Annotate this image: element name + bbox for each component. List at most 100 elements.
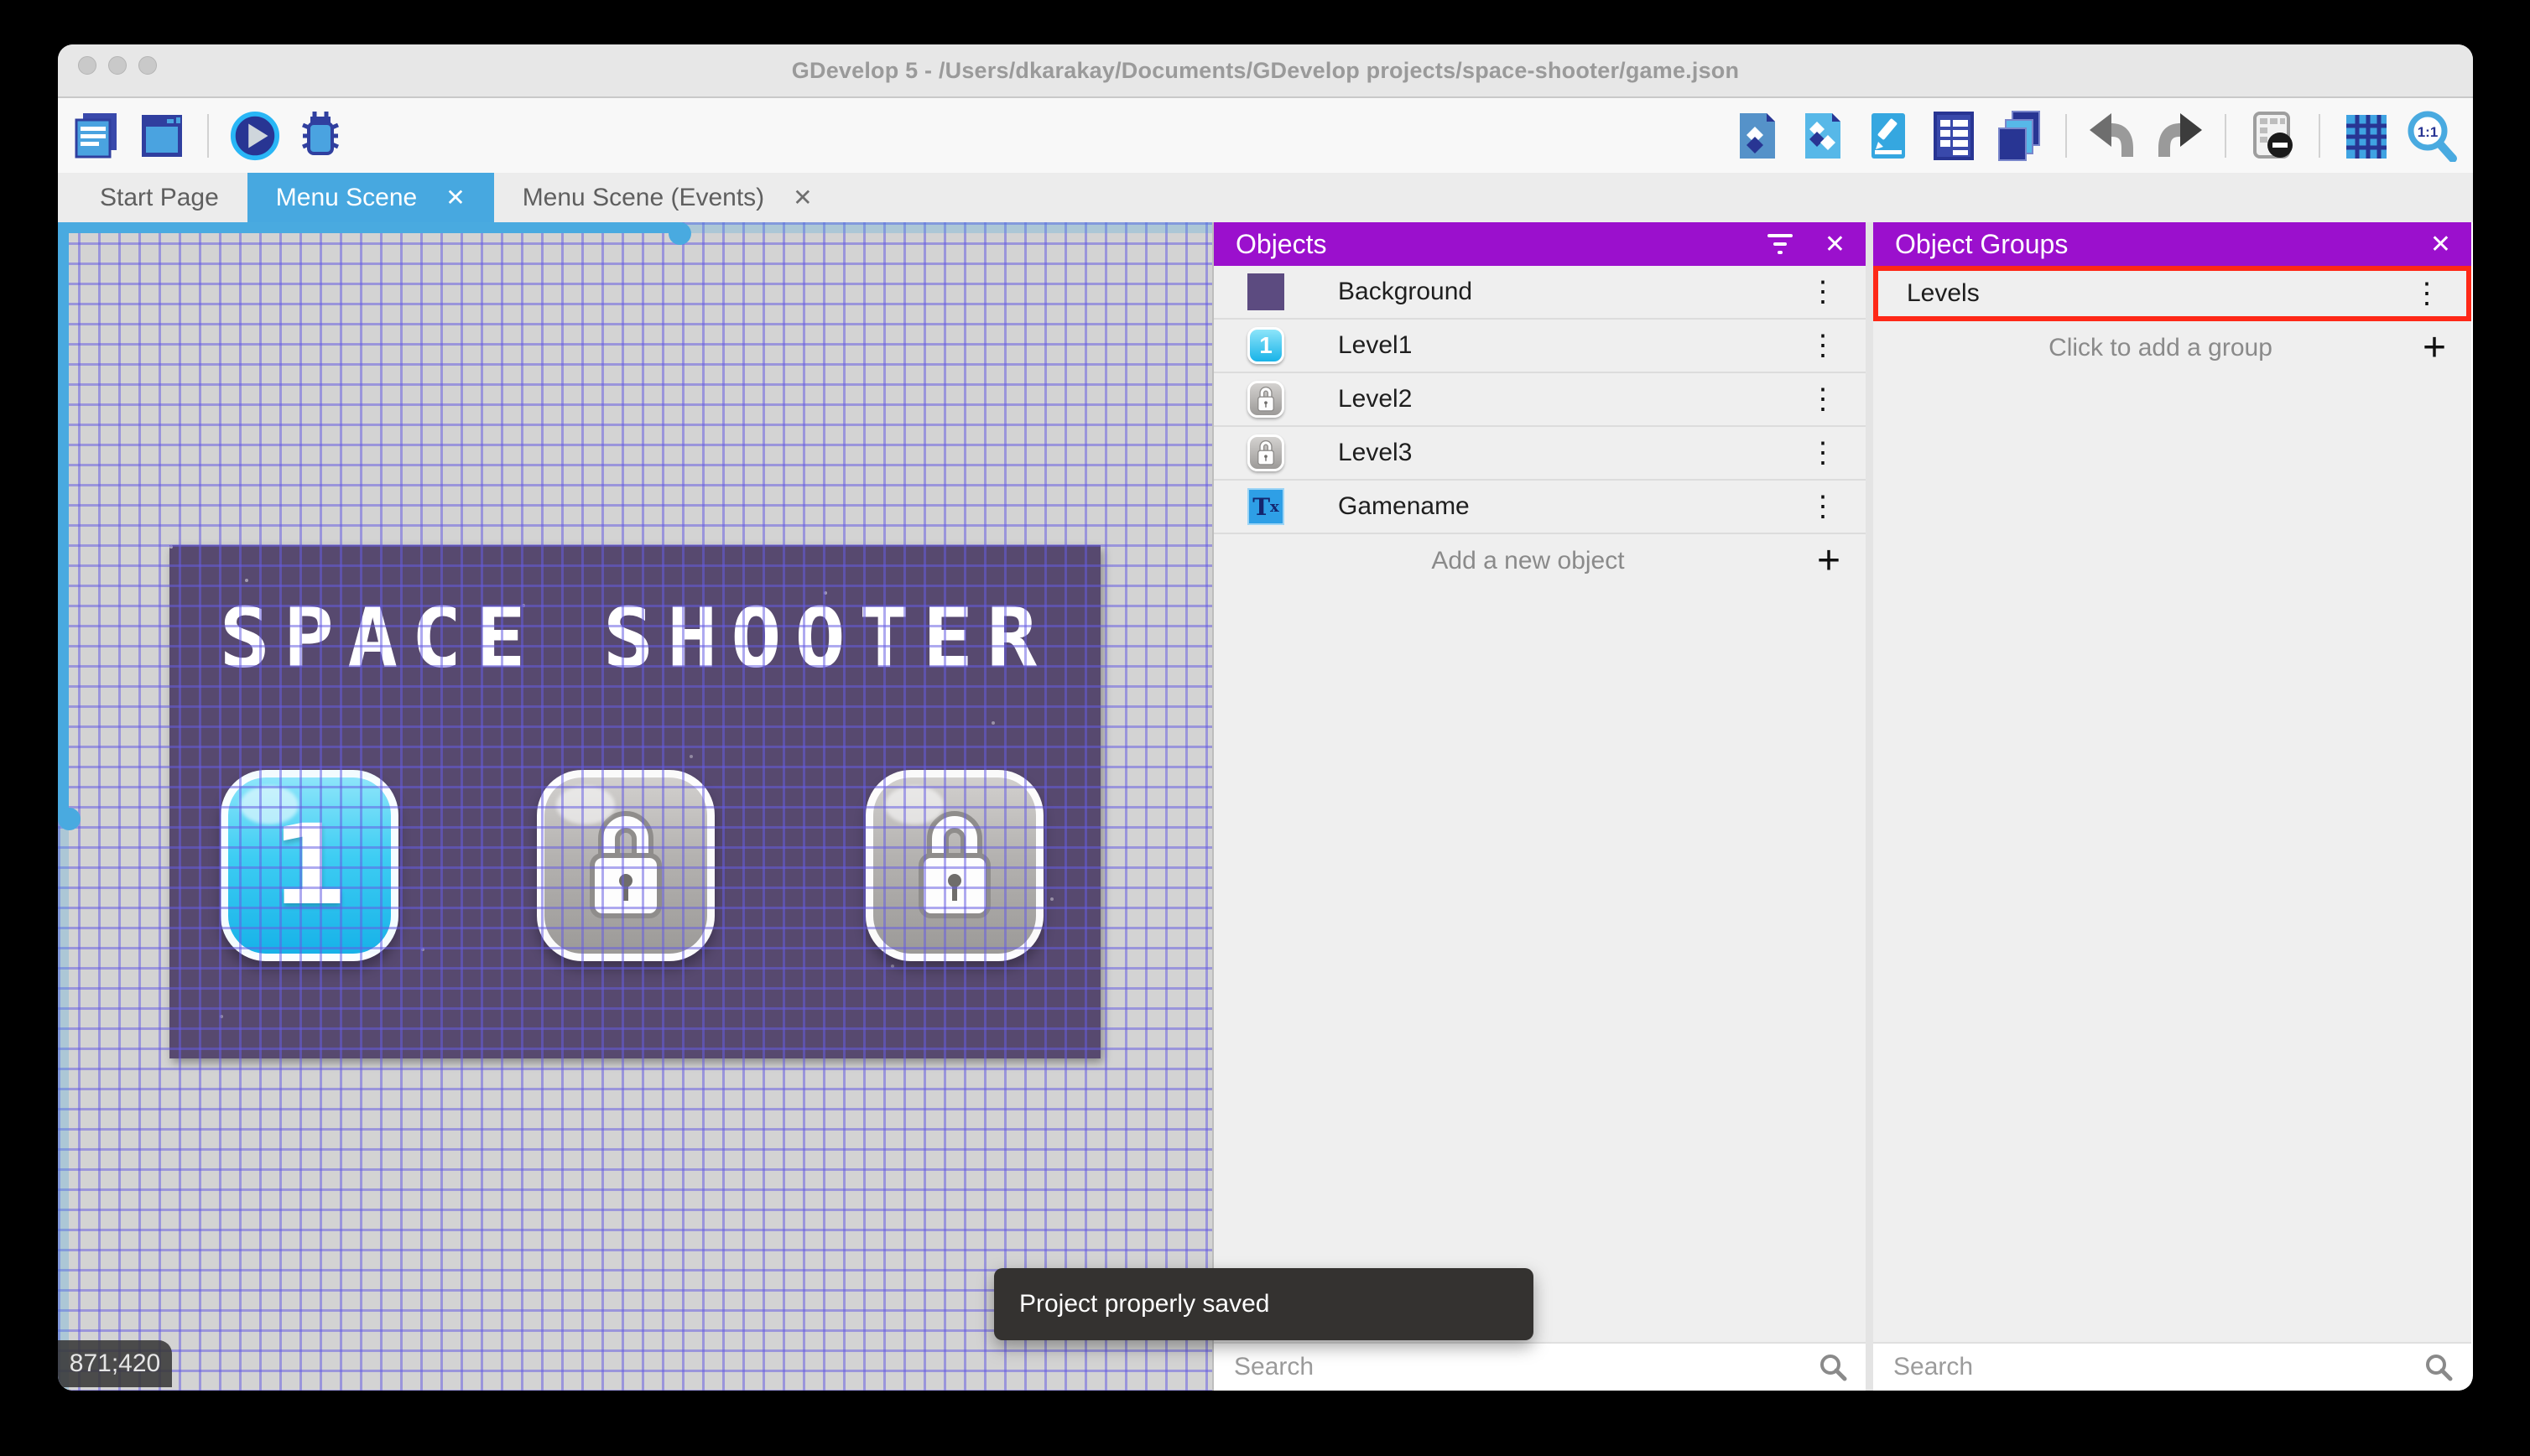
object-row-level1[interactable]: 1 Level1 ⋮ [1214, 320, 1866, 373]
toggle-grid-icon[interactable] [2340, 108, 2392, 164]
tab-menu-scene-events[interactable]: Menu Scene (Events) ✕ [494, 173, 841, 222]
group-label: Levels [1907, 279, 1980, 307]
canvas-vertical-scrollbar[interactable] [58, 222, 81, 1391]
preview-play-icon[interactable] [229, 108, 281, 164]
object-groups-panel-title: Object Groups [1895, 228, 2069, 259]
editor-tabbar: Start Page Menu Scene ✕ Menu Scene (Even… [58, 173, 2473, 222]
open-object-groups-panel-icon[interactable] [1797, 108, 1849, 164]
zoom-one-to-one-icon[interactable]: 1:1 [2406, 108, 2458, 164]
undo-icon[interactable] [2087, 108, 2139, 164]
kebab-menu-icon[interactable]: ⋮ [1804, 278, 1842, 306]
project-manager-icon[interactable] [70, 108, 122, 164]
object-label: Level3 [1338, 439, 1413, 466]
button-shine [885, 786, 944, 824]
plus-icon: + [2422, 325, 2446, 370]
open-objects-panel-icon[interactable] [1731, 108, 1783, 164]
object-row-level3[interactable]: Level3 ⋮ [1214, 427, 1866, 481]
cursor-coordinates-badge: 871;420 [58, 1340, 172, 1387]
objects-panel: Objects ✕ Background ⋮ 1 Level1 ⋮ Level2… [1212, 222, 1866, 1391]
scrollbar-track-fill [58, 222, 69, 818]
gdevelop-window: GDevelop 5 - /Users/dkarakay/Documents/G… [58, 44, 2473, 1391]
tab-menu-scene[interactable]: Menu Scene ✕ [247, 173, 494, 222]
object-groups-panel: Object Groups ✕ Levels ⋮ Click to add a … [1873, 222, 2471, 1391]
open-layers-panel-icon[interactable] [1993, 108, 2045, 164]
object-groups-panel-header: Object Groups ✕ [1873, 222, 2471, 266]
kebab-menu-icon[interactable]: ⋮ [2408, 279, 2446, 308]
button-shine [556, 786, 615, 824]
add-object-label: Add a new object [1431, 547, 1625, 575]
object-label: Level2 [1338, 385, 1413, 413]
scene-background-instance[interactable]: SPACE SHOOTER 1 [169, 545, 1101, 1058]
canvas-horizontal-scrollbar[interactable] [58, 222, 1212, 245]
object-row-gamename[interactable]: Tx Gamename ⋮ [1214, 481, 1866, 534]
editor-content: SPACE SHOOTER 1 871;420 Objects ✕ Backgr… [58, 222, 2473, 1391]
objects-panel-empty-space [1214, 588, 1866, 1342]
plus-icon: + [1816, 538, 1840, 583]
open-properties-panel-icon[interactable] [1862, 108, 1914, 164]
toggle-instances-mask-icon[interactable] [2246, 108, 2298, 164]
close-tab-icon[interactable]: ✕ [793, 184, 812, 211]
lock-icon [590, 811, 662, 918]
close-tab-icon[interactable]: ✕ [445, 184, 465, 211]
object-row-level2[interactable]: Level2 ⋮ [1214, 373, 1866, 427]
kebab-menu-icon[interactable]: ⋮ [1804, 439, 1842, 467]
lock-thumbnail-icon [1247, 381, 1284, 418]
kebab-menu-icon[interactable]: ⋮ [1804, 331, 1842, 360]
main-toolbar: 1:1 [58, 98, 2473, 173]
scene-stars [169, 545, 173, 549]
panel-resize-divider[interactable] [1866, 222, 1873, 1391]
tab-start-page[interactable]: Start Page [71, 173, 247, 222]
objects-panel-title: Objects [1236, 228, 1327, 259]
toolbar-right-group: 1:1 [1731, 108, 2458, 164]
add-new-object-button[interactable]: Add a new object + [1214, 534, 1866, 588]
scene-canvas[interactable]: SPACE SHOOTER 1 871;420 [58, 222, 1212, 1391]
scrollbar-handle[interactable] [58, 808, 81, 830]
zoom-ratio-label: 1:1 [2418, 124, 2439, 140]
search-icon [2426, 1355, 2453, 1381]
toolbar-divider [207, 113, 209, 158]
button-shine [240, 786, 299, 824]
scene-title-text[interactable]: SPACE SHOOTER [169, 590, 1101, 686]
kebab-menu-icon[interactable]: ⋮ [1804, 492, 1842, 521]
level2-locked-instance[interactable] [537, 770, 715, 961]
background-thumbnail-icon [1247, 273, 1284, 310]
traffic-lights [78, 56, 157, 75]
debug-icon[interactable] [294, 108, 346, 164]
lock-icon [919, 811, 991, 918]
toolbar-divider [2065, 113, 2067, 158]
object-row-background[interactable]: Background ⋮ [1214, 266, 1866, 320]
zoom-window-button[interactable] [138, 56, 157, 75]
scrollbar-handle[interactable] [669, 222, 691, 245]
object-label: Level1 [1338, 331, 1413, 359]
window-title: GDevelop 5 - /Users/dkarakay/Documents/G… [791, 57, 1740, 83]
tab-label: Menu Scene [275, 183, 418, 211]
tab-label: Menu Scene (Events) [522, 183, 765, 211]
objects-search-input[interactable] [1232, 1352, 1809, 1382]
add-group-label: Click to add a group [2048, 334, 2272, 361]
close-panel-icon[interactable]: ✕ [2430, 230, 2451, 259]
close-window-button[interactable] [78, 56, 96, 75]
toolbar-left-group [70, 108, 346, 164]
toolbar-divider [2225, 113, 2226, 158]
group-row-levels-highlighted[interactable]: Levels ⋮ [1873, 266, 2471, 321]
groups-search-input[interactable] [1892, 1352, 2414, 1382]
level3-locked-instance[interactable] [866, 770, 1044, 961]
search-icon [1820, 1355, 1847, 1381]
objects-search-bar [1214, 1342, 1866, 1391]
redo-icon[interactable] [2153, 108, 2205, 164]
object-label: Gamename [1338, 492, 1470, 520]
kebab-menu-icon[interactable]: ⋮ [1804, 385, 1842, 413]
add-group-button[interactable]: Click to add a group + [1873, 321, 2471, 375]
level1-button-instance[interactable]: 1 [221, 770, 398, 961]
groups-search-bar [1873, 1342, 2471, 1391]
text-object-thumbnail-icon: Tx [1247, 488, 1284, 525]
minimize-window-button[interactable] [108, 56, 127, 75]
scene-editor-icon[interactable] [135, 108, 187, 164]
titlebar: GDevelop 5 - /Users/dkarakay/Documents/G… [58, 44, 2473, 98]
save-toast: Project properly saved [994, 1268, 1533, 1340]
object-label: Background [1338, 278, 1473, 305]
open-instances-panel-icon[interactable] [1928, 108, 1980, 164]
filter-icon[interactable] [1767, 234, 1793, 254]
close-panel-icon[interactable]: ✕ [1825, 230, 1845, 259]
tab-label: Start Page [100, 183, 219, 211]
